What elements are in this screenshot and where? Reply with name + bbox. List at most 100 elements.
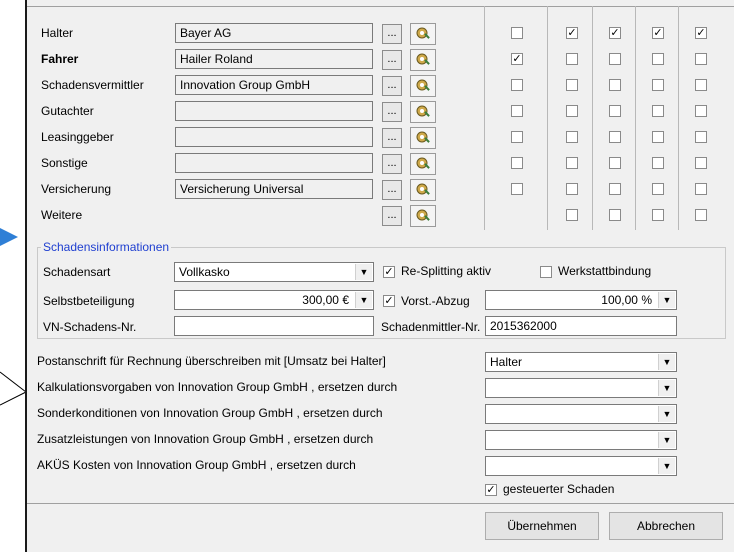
party-value-field[interactable] [175,127,373,147]
schadensart-select[interactable]: Vollkasko ▼ [174,262,374,282]
party-role-checkbox[interactable] [695,79,707,91]
party-role-checkbox[interactable] [609,209,621,221]
party-role-checkbox[interactable] [609,183,621,195]
party-value-field[interactable] [175,101,373,121]
override-select[interactable]: Halter ▼ [485,352,677,372]
search-person-button[interactable] [410,75,436,97]
party-role-checkbox[interactable] [652,131,664,143]
party-role-checkbox[interactable] [652,53,664,65]
vn-input[interactable] [174,316,374,336]
party-value-field[interactable]: Versicherung Universal [175,179,373,199]
party-role-checkbox[interactable] [609,157,621,169]
gesteuert-checkbox[interactable]: ✓ [485,484,497,496]
party-role-checkbox[interactable] [566,131,578,143]
resplitting-checkbox[interactable]: ✓ [383,266,395,278]
search-person-button[interactable] [410,179,436,201]
uebernehmen-button[interactable]: Übernehmen [485,512,599,540]
party-role-checkbox[interactable] [695,183,707,195]
party-value-field[interactable]: Bayer AG [175,23,373,43]
party-label: Sonstige [41,156,88,170]
override-select[interactable]: ▼ [485,378,677,398]
party-role-checkbox[interactable] [695,209,707,221]
selbst-label: Selbstbeteiligung [43,294,135,308]
search-person-button[interactable] [410,49,436,71]
party-role-checkbox[interactable] [609,53,621,65]
vorst-checkbox[interactable]: ✓ [383,295,395,307]
party-role-checkbox[interactable] [566,79,578,91]
group-title: Schadensinformationen [41,240,172,254]
override-label: Kalkulationsvorgaben von Innovation Grou… [37,380,398,394]
dialog-window: Halter Bayer AG... ✓ ✓ ✓ ✓ Fahrer Hailer Roland… [25,0,734,552]
schadensart-label: Schadensart [43,265,111,279]
override-select[interactable]: ▼ [485,430,677,450]
party-role-checkbox[interactable] [566,183,578,195]
header-divider [27,6,734,7]
vorst-select[interactable]: 100,00 % ▼ [485,290,677,310]
party-role-checkbox[interactable] [511,131,523,143]
abbrechen-button[interactable]: Abbrechen [609,512,723,540]
party-role-checkbox[interactable] [566,53,578,65]
party-label: Halter [41,26,74,40]
grid-line [678,6,679,230]
resplitting-label: Re-Splitting aktiv [401,264,492,278]
browse-button[interactable]: ... [382,76,402,96]
party-role-checkbox[interactable]: ✓ [609,27,621,39]
chevron-down-icon: ▼ [658,380,675,396]
party-role-checkbox[interactable] [652,79,664,91]
vorst-label: Vorst.-Abzug [401,294,470,308]
party-role-checkbox[interactable] [511,79,523,91]
party-role-checkbox[interactable] [695,105,707,117]
browse-button[interactable]: ... [382,102,402,122]
browse-button[interactable]: ... [382,50,402,70]
search-person-button[interactable] [410,101,436,123]
party-role-checkbox[interactable] [566,157,578,169]
search-person-button[interactable] [410,127,436,149]
browse-button[interactable]: ... [382,154,402,174]
party-role-checkbox[interactable] [511,183,523,195]
party-role-checkbox[interactable]: ✓ [652,27,664,39]
browse-button[interactable]: ... [382,206,402,226]
browse-button[interactable]: ... [382,128,402,148]
party-role-checkbox[interactable] [609,105,621,117]
chevron-down-icon: ▼ [658,458,675,474]
party-role-checkbox[interactable] [566,105,578,117]
override-label: Postanschrift für Rechnung überschreiben… [37,354,386,368]
werkstatt-checkbox[interactable] [540,266,552,278]
party-value-field[interactable] [175,153,373,173]
override-label: Zusatzleistungen von Innovation Group Gm… [37,432,374,446]
party-role-checkbox[interactable] [695,157,707,169]
search-person-button[interactable] [410,153,436,175]
browse-button[interactable]: ... [382,24,402,44]
party-role-checkbox[interactable]: ✓ [511,53,523,65]
party-role-checkbox[interactable]: ✓ [566,27,578,39]
search-person-button[interactable] [410,205,436,227]
party-role-checkbox[interactable] [652,209,664,221]
party-role-checkbox[interactable] [652,183,664,195]
party-role-checkbox[interactable] [511,27,523,39]
party-role-checkbox[interactable] [609,79,621,91]
selbst-select[interactable]: 300,00 € ▼ [174,290,374,310]
party-role-checkbox[interactable] [695,53,707,65]
chevron-down-icon: ▼ [658,406,675,422]
party-role-checkbox[interactable] [511,105,523,117]
browse-button[interactable]: ... [382,180,402,200]
override-select[interactable]: ▼ [485,456,677,476]
override-select[interactable]: ▼ [485,404,677,424]
party-role-checkbox[interactable]: ✓ [695,27,707,39]
vermittler-nr-input[interactable]: 2015362000 [485,316,677,336]
override-value: Halter [490,355,523,369]
party-role-checkbox[interactable] [652,157,664,169]
werkstatt-label: Werkstattbindung [558,264,652,278]
chevron-down-icon: ▼ [355,264,372,280]
grid-line [635,6,636,230]
search-person-button[interactable] [410,23,436,45]
party-role-checkbox[interactable] [511,157,523,169]
party-role-checkbox[interactable] [695,131,707,143]
party-role-checkbox[interactable] [652,105,664,117]
party-role-checkbox[interactable] [566,209,578,221]
party-value-field[interactable]: Hailer Roland [175,49,373,69]
party-value-field[interactable]: Innovation Group GmbH [175,75,373,95]
chevron-down-icon: ▼ [658,432,675,448]
chevron-down-icon: ▼ [355,292,372,308]
party-role-checkbox[interactable] [609,131,621,143]
